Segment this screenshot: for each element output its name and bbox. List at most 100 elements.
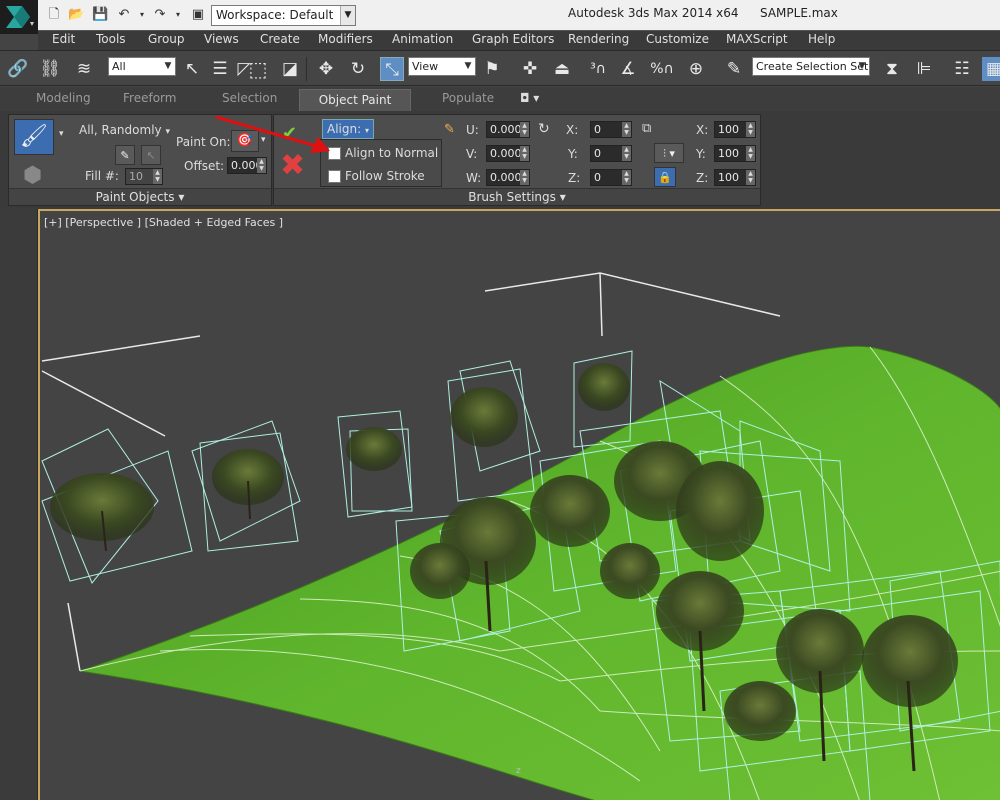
tab-freeform[interactable]: Freeform xyxy=(123,91,176,105)
menu-modifiers[interactable]: Modifiers xyxy=(318,32,373,46)
paint-mode-dropdown[interactable]: All, Randomly ▾ xyxy=(79,123,170,137)
menu-group[interactable]: Group xyxy=(148,32,185,46)
select-by-name-icon[interactable]: ☰ xyxy=(208,57,232,81)
scale-x-spinner[interactable]: 100 ▲ ▼ xyxy=(714,121,756,138)
scale-y-spinner[interactable]: 100 ▲ ▼ xyxy=(714,145,756,162)
rotate-y-spinner[interactable]: 0 ▲ ▼ xyxy=(590,145,632,162)
tab-modeling[interactable]: Modeling xyxy=(36,91,91,105)
follow-stroke-label[interactable]: Follow Stroke xyxy=(345,169,425,183)
save-file-icon[interactable]: 💾 xyxy=(92,7,108,23)
select-manipulate-icon[interactable]: ✜ xyxy=(518,57,542,81)
chevron-down-icon: ▼ xyxy=(858,61,866,71)
scale-x-label: X: xyxy=(696,123,709,137)
fill-count-value: 10 xyxy=(129,170,143,183)
redo-dropdown-icon[interactable]: ▾ xyxy=(170,7,186,23)
title-bar: 🗋 📂 💾 ↶ ▾ ↷ ▾ ▣ Workspace: Default ▼ Aut… xyxy=(0,0,1000,34)
selection-filter-dropdown[interactable]: All ▼ xyxy=(108,57,176,76)
fill-count-spinner[interactable]: 10 ▲ ▼ xyxy=(125,168,163,185)
edit-list-icon[interactable]: ✎ xyxy=(115,145,135,165)
menu-edit[interactable]: Edit xyxy=(52,32,75,46)
percent-snap-icon[interactable]: %∩ xyxy=(650,57,674,81)
rectangular-region-icon[interactable]: ⬚ xyxy=(246,57,270,81)
workspace-selector[interactable]: Workspace: Default ▼ xyxy=(211,5,356,26)
v-spinner[interactable]: 0.000 ▲ ▼ xyxy=(486,145,530,162)
file-name: SAMPLE.max xyxy=(760,6,838,20)
follow-stroke-checkbox[interactable] xyxy=(328,170,341,183)
menu-graph-editors[interactable]: Graph Editors xyxy=(472,32,554,46)
axis-label: z xyxy=(516,766,521,776)
unlink-icon[interactable]: ⛓ xyxy=(38,57,62,81)
paint-brush-icon[interactable]: 🖌 xyxy=(14,119,54,155)
paint-objects-footer[interactable]: Paint Objects ▾ xyxy=(9,188,271,205)
bind-spacewarp-icon[interactable]: ≋ xyxy=(72,57,96,81)
project-folder-icon[interactable]: ▣ xyxy=(190,7,206,23)
snaps-toggle-icon[interactable]: ³∩ xyxy=(586,57,610,81)
menu-animation[interactable]: Animation xyxy=(392,32,453,46)
v-label: V: xyxy=(466,147,478,161)
annotation-arrow xyxy=(215,115,330,153)
selection-filter-value: All xyxy=(112,60,126,73)
redo-icon[interactable]: ↷ xyxy=(152,7,168,23)
rotate-z-spinner[interactable]: 0 ▲ ▼ xyxy=(590,169,632,186)
open-file-icon[interactable]: 📂 xyxy=(68,7,84,23)
scale-z-spinner[interactable]: 100 ▲ ▼ xyxy=(714,169,756,186)
menu-maxscript[interactable]: MAXScript xyxy=(726,32,788,46)
select-object-icon[interactable]: ↖ xyxy=(180,57,204,81)
link-icon[interactable]: 🔗 xyxy=(6,57,30,81)
ribbon-options-icon[interactable]: ◘ ▾ xyxy=(520,91,539,105)
rotate-x-spinner[interactable]: 0 ▲ ▼ xyxy=(590,121,632,138)
u-spinner[interactable]: 0.000 ▲ ▼ xyxy=(486,121,530,138)
graphite-toggle-icon[interactable]: ▦ xyxy=(982,57,1000,81)
pivot-center-icon[interactable]: ⚑ xyxy=(480,57,504,81)
pick-icon[interactable]: ↖ xyxy=(141,145,161,165)
menu-help[interactable]: Help xyxy=(808,32,835,46)
align-to-normal-label[interactable]: Align to Normal xyxy=(345,146,438,160)
layer-manager-icon[interactable]: ☷ xyxy=(950,57,974,81)
ribbon-panel: 🖌 ▾ ⬢ All, Randomly ▾ ✎ ↖ Fill #: 10 ▲ ▼ P… xyxy=(0,111,1000,209)
keyboard-shortcut-icon[interactable]: ⏏ xyxy=(550,57,574,81)
reference-coord-dropdown[interactable]: View ▼ xyxy=(408,57,476,76)
undo-dropdown-icon[interactable]: ▾ xyxy=(134,7,150,23)
w-value: 0.000 xyxy=(490,171,522,184)
window-crossing-icon[interactable]: ◪ xyxy=(278,57,302,81)
pick-objects-icon[interactable]: ⬢ xyxy=(23,163,42,188)
v-value: 0.000 xyxy=(490,147,522,160)
move-icon[interactable]: ✥ xyxy=(314,57,338,81)
chevron-down-icon[interactable]: ▾ xyxy=(59,129,64,139)
viewport-label[interactable]: [+] [Perspective ] [Shaded + Edged Faces… xyxy=(44,216,283,229)
mirror-icon[interactable]: ⧗ xyxy=(880,57,904,81)
w-label: W: xyxy=(466,171,482,185)
edit-named-selection-icon[interactable]: ✎ xyxy=(722,57,746,81)
tab-object-paint[interactable]: Object Paint xyxy=(299,89,411,111)
workspace-label: Workspace: Default xyxy=(216,8,334,22)
menu-tools[interactable]: Tools xyxy=(96,32,126,46)
tab-selection[interactable]: Selection xyxy=(222,91,277,105)
align-icon[interactable]: ⊫ xyxy=(912,57,936,81)
menu-customize[interactable]: Customize xyxy=(646,32,709,46)
menu-rendering[interactable]: Rendering xyxy=(568,32,629,46)
rotate-icon[interactable]: ↻ xyxy=(346,57,370,81)
reference-coord-value: View xyxy=(412,60,439,73)
scale-icon[interactable]: ⤡ xyxy=(380,57,404,81)
new-file-icon[interactable]: 🗋 xyxy=(46,7,62,23)
scale-tool-icon: ⧉ xyxy=(642,121,652,136)
spinner-snap-icon[interactable]: ⊕ xyxy=(684,57,708,81)
app-logo-button[interactable] xyxy=(0,0,38,34)
lock-scale-icon[interactable]: 🔒 xyxy=(654,167,676,187)
menu-views[interactable]: Views xyxy=(204,32,239,46)
brush-settings-footer[interactable]: Brush Settings ▾ xyxy=(274,188,760,205)
angle-snap-icon[interactable]: ∡ xyxy=(616,57,640,81)
named-selection-input[interactable]: Create Selection Set ▼ xyxy=(752,57,870,76)
toolbar-separator xyxy=(306,57,307,81)
scale-x-value: 100 xyxy=(718,123,739,136)
tab-populate[interactable]: Populate xyxy=(442,91,494,105)
max-logo-icon xyxy=(6,6,34,28)
scale-mode-icon[interactable]: ⫶ ▾ xyxy=(654,143,684,163)
terrain-surface[interactable] xyxy=(79,345,1000,800)
w-spinner[interactable]: 0.000 ▲ ▼ xyxy=(486,169,530,186)
scale-y-value: 100 xyxy=(718,147,739,160)
perspective-viewport[interactable]: [+] [Perspective ] [Shaded + Edged Faces… xyxy=(38,209,1000,800)
menu-create[interactable]: Create xyxy=(260,32,300,46)
brush-settings-title: Brush Settings xyxy=(468,190,556,204)
undo-icon[interactable]: ↶ xyxy=(116,7,132,23)
